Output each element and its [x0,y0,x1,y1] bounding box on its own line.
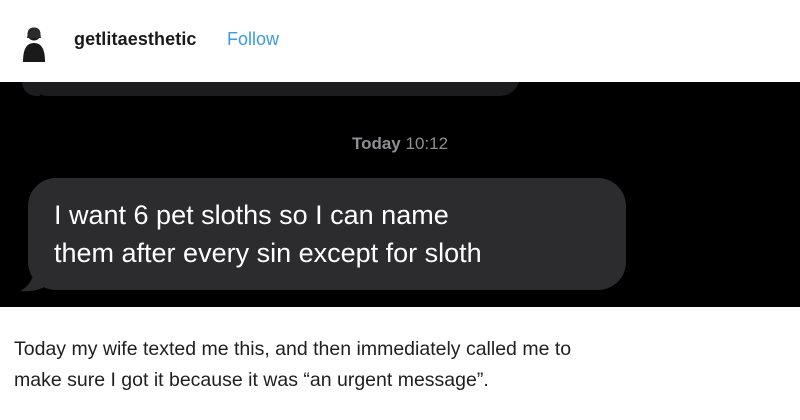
avatar[interactable] [14,22,54,62]
tumblr-post: getlitaesthetic Follow Today 10:12 I wan… [0,0,800,420]
timestamp-day: Today [351,134,401,153]
message-text: I want 6 pet sloths so I can name them a… [54,200,482,268]
username[interactable]: getlitaesthetic [74,29,197,50]
previous-bubble-tail [22,82,40,96]
timestamp-time: 10:12 [405,134,449,153]
imessage-screenshot: Today 10:12 I want 6 pet sloths so I can… [0,82,800,307]
follow-button[interactable]: Follow [227,29,279,50]
post-header: getlitaesthetic Follow [0,0,800,82]
message-timestamp: Today 10:12 [0,134,800,154]
previous-message-bubble [28,82,520,96]
post-caption: Today my wife texted me this, and then i… [14,338,572,391]
person-silhouette-icon [14,22,54,62]
